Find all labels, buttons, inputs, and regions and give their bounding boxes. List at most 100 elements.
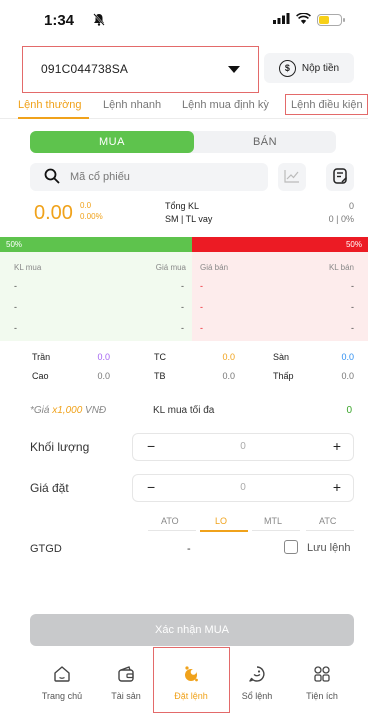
order-note-button[interactable]	[326, 163, 354, 191]
caret-down-icon	[228, 65, 240, 73]
bell-muted-icon	[93, 13, 105, 29]
margin-value: 0 | 0%	[328, 214, 354, 224]
total-volume-label: Tổng KL	[165, 201, 200, 211]
nav-order-book[interactable]: Sổ lệnh	[222, 664, 292, 701]
order-type-divider	[252, 530, 300, 531]
place-order-highlight	[153, 647, 230, 713]
note-multiplier: x1,000	[52, 405, 83, 416]
transaction-value-label: GTGD	[30, 543, 62, 555]
order-book-cell: -	[14, 323, 17, 333]
account-highlight: 091C044738SA	[22, 46, 259, 93]
reference-value: 0.0	[222, 352, 235, 362]
active-tab-underline	[18, 117, 89, 119]
nav-assets[interactable]: Tài sản	[91, 664, 161, 701]
floor-label: Sàn	[273, 352, 290, 362]
order-book-cell: -	[351, 302, 354, 312]
order-book-cell: -	[200, 281, 203, 291]
signal-icon	[273, 13, 290, 27]
confirm-buy-button[interactable]: Xác nhận MUA	[30, 614, 354, 646]
order-type-mtl[interactable]: MTL	[264, 516, 282, 526]
order-book-cell: -	[351, 323, 354, 333]
price-input[interactable]: 0	[133, 482, 353, 493]
edit-document-icon	[332, 167, 348, 187]
dollar-deposit-icon: $	[278, 59, 296, 77]
order-book-buy-side: KL mua Giá mua - - - - - -	[0, 252, 192, 341]
buy-toggle[interactable]: MUA	[30, 131, 194, 153]
buy-sell-ratio-bar: 50% 50%	[0, 237, 368, 252]
order-type-divider	[306, 530, 354, 531]
order-book-icon	[247, 666, 267, 687]
search-placeholder: Mã cổ phiếu	[70, 171, 130, 183]
line-chart-icon	[284, 169, 300, 186]
margin-label: SM | TL vay	[165, 214, 213, 224]
account-id: 091C044738SA	[41, 62, 129, 76]
tab-normal-order[interactable]: Lệnh thường	[18, 99, 82, 111]
price-change: 0.0	[80, 201, 92, 210]
price-unit-note: *Giá x1,000 VNĐ	[30, 405, 106, 416]
nav-utilities[interactable]: Tiện ích	[287, 664, 357, 701]
order-type-active-underline	[200, 530, 248, 532]
deposit-label: Nộp tiền	[301, 62, 340, 74]
note-prefix: *Giá	[30, 405, 53, 416]
buy-price-header: Giá mua	[155, 263, 186, 272]
order-book-cell: -	[200, 323, 203, 333]
chart-button[interactable]	[278, 163, 306, 191]
reference-label: TC	[154, 352, 166, 362]
tab-quick-order[interactable]: Lệnh nhanh	[103, 99, 161, 111]
order-type-divider	[148, 530, 196, 531]
ceiling-value: 0.0	[97, 352, 110, 362]
order-book-cell: -	[14, 302, 17, 312]
order-type-lo[interactable]: LO	[215, 516, 227, 526]
price-plus-button[interactable]: +	[333, 479, 341, 495]
quantity-input[interactable]: 0	[133, 441, 353, 452]
deposit-button[interactable]: $ Nộp tiền	[264, 53, 354, 83]
order-type-ato[interactable]: ATO	[161, 516, 179, 526]
sell-toggle[interactable]: BÁN	[194, 131, 336, 153]
high-label: Cao	[32, 371, 49, 381]
account-selector[interactable]: 091C044738SA	[29, 54, 252, 84]
price-change-pct: 0.00%	[80, 212, 103, 221]
quantity-label: Khối lượng	[30, 440, 90, 454]
home-icon	[52, 666, 72, 687]
battery-icon	[317, 14, 345, 26]
sell-ratio: 50%	[192, 237, 368, 252]
order-type-tabs: Lệnh thường Lệnh nhanh Lệnh mua định kỳ …	[0, 93, 368, 119]
order-book: KL mua Giá mua - - - - - - Giá bán KL bá…	[0, 252, 368, 341]
save-order-checkbox[interactable]	[284, 540, 298, 554]
order-book-cell: -	[181, 281, 184, 291]
order-book-sell-side: Giá bán KL bán - - - - - -	[192, 252, 368, 341]
save-order-label[interactable]: Lưu lệnh	[307, 542, 350, 554]
sell-price-header: Giá bán	[200, 263, 229, 272]
wifi-icon	[296, 12, 311, 27]
order-book-cell: -	[351, 281, 354, 291]
average-label: TB	[154, 371, 166, 381]
average-value: 0.0	[222, 371, 235, 381]
side-toggle: MUA BÁN	[30, 131, 336, 153]
high-value: 0.0	[97, 371, 110, 381]
max-buy-label: KL mua tối đa	[153, 405, 215, 416]
total-volume-value: 0	[348, 201, 354, 211]
order-type-atc[interactable]: ATC	[319, 516, 336, 526]
floor-value: 0.0	[341, 352, 354, 362]
buy-volume-header: KL mua	[14, 263, 42, 272]
order-book-cell: -	[181, 302, 184, 312]
price-label: Giá đặt	[30, 481, 69, 495]
bottom-nav: Trang chủ Tài sản Đặt lệnh Sổ lệnh Tiện …	[0, 647, 368, 724]
wallet-icon	[116, 666, 136, 687]
stock-search-input[interactable]: Mã cổ phiếu	[30, 163, 268, 191]
conditional-tab-highlight	[285, 94, 368, 115]
sell-volume-header: KL bán	[328, 263, 354, 272]
quantity-stepper: − 0 +	[132, 433, 354, 461]
quantity-plus-button[interactable]: +	[333, 438, 341, 454]
nav-home-label: Trang chủ	[41, 691, 83, 701]
search-icon	[44, 168, 60, 187]
nav-assets-label: Tài sản	[111, 691, 141, 701]
order-book-cell: -	[181, 323, 184, 333]
tab-periodic-order[interactable]: Lệnh mua định kỳ	[182, 99, 269, 111]
nav-utilities-label: Tiện ích	[306, 691, 338, 701]
order-book-cell: -	[14, 281, 17, 291]
ceiling-label: Trần	[32, 352, 51, 362]
order-book-cell: -	[200, 302, 203, 312]
price-stepper: − 0 +	[132, 474, 354, 502]
nav-home[interactable]: Trang chủ	[27, 664, 97, 701]
